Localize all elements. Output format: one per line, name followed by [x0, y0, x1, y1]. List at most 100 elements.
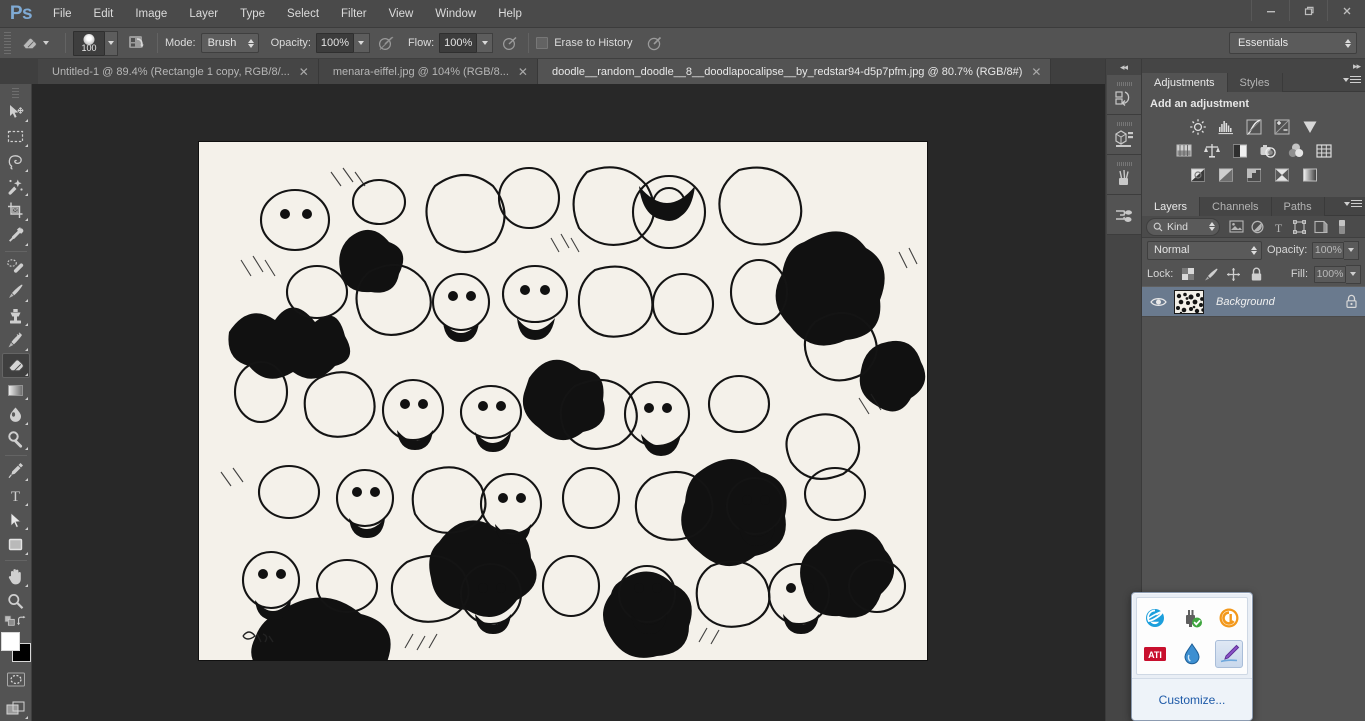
- tools-panel-gripper[interactable]: [8, 86, 23, 98]
- menu-select[interactable]: Select: [276, 0, 330, 28]
- layer-filter-kind-select[interactable]: Kind: [1146, 217, 1220, 236]
- opacity-control[interactable]: 100%: [315, 33, 370, 53]
- layer-opacity-value[interactable]: 100%: [1312, 241, 1345, 259]
- lock-all-icon[interactable]: [1248, 266, 1265, 283]
- filter-toggle-icon[interactable]: [1331, 217, 1352, 237]
- clone-source-panel-icon[interactable]: [1107, 195, 1141, 235]
- history-brush-tool[interactable]: [2, 328, 30, 353]
- gradient-tool[interactable]: [2, 378, 30, 403]
- tab-adjustments[interactable]: Adjustments: [1142, 73, 1228, 92]
- tab-styles[interactable]: Styles: [1227, 73, 1283, 92]
- brush-preset-picker[interactable]: 100: [73, 30, 118, 56]
- eraser-tool[interactable]: [1, 353, 30, 378]
- brightness-contrast-icon[interactable]: [1188, 117, 1207, 136]
- tab-close-icon[interactable]: ✕: [299, 66, 309, 78]
- quick-selection-tool[interactable]: [2, 174, 30, 199]
- mini-bridge-panel-icon[interactable]: [1107, 115, 1141, 155]
- pen-tablet-icon[interactable]: [1214, 640, 1243, 669]
- flow-caret-icon[interactable]: [477, 33, 494, 53]
- layer-fill-value[interactable]: 100%: [1314, 265, 1346, 283]
- document-tab-menara-eiffel[interactable]: menara-eiffel.jpg @ 104% (RGB/8... ✕: [318, 59, 538, 84]
- document-tab-untitled-1[interactable]: Untitled-1 @ 89.4% (Rectangle 1 copy, RG…: [38, 59, 319, 84]
- table-row[interactable]: Background: [1142, 286, 1365, 317]
- filter-shape-layers-icon[interactable]: [1289, 217, 1310, 237]
- pen-tool[interactable]: [2, 459, 30, 484]
- move-tool[interactable]: [2, 100, 30, 125]
- screen-mode-button[interactable]: [2, 696, 30, 721]
- history-panel-icon[interactable]: [1107, 75, 1141, 115]
- default-colors-icon[interactable]: [4, 614, 16, 628]
- dodge-tool[interactable]: [2, 427, 30, 452]
- document-canvas[interactable]: [199, 142, 927, 660]
- amd-catalyst-icon[interactable]: [1215, 604, 1243, 632]
- eyedropper-tool[interactable]: [2, 223, 30, 248]
- exposure-icon[interactable]: [1272, 117, 1291, 136]
- menu-file[interactable]: File: [42, 0, 83, 28]
- tab-layers[interactable]: Layers: [1142, 197, 1201, 216]
- layer-name[interactable]: Background: [1210, 296, 1336, 308]
- menu-image[interactable]: Image: [124, 0, 178, 28]
- path-selection-tool[interactable]: [2, 508, 30, 533]
- menu-type[interactable]: Type: [229, 0, 276, 28]
- ati-icon[interactable]: ATI: [1141, 640, 1169, 668]
- document-tab-doodle[interactable]: doodle__random_doodle__8__doodlapocalips…: [537, 59, 1052, 84]
- mode-select[interactable]: Brush: [200, 33, 259, 53]
- levels-icon[interactable]: [1216, 117, 1235, 136]
- invert-icon[interactable]: [1188, 165, 1207, 184]
- safely-remove-hardware-icon[interactable]: [1178, 604, 1206, 632]
- filter-pixel-layers-icon[interactable]: [1226, 217, 1247, 237]
- filter-type-layers-icon[interactable]: T: [1268, 217, 1289, 237]
- swap-colors-icon[interactable]: [16, 614, 28, 628]
- restore-button[interactable]: [1289, 0, 1327, 21]
- lock-image-pixels-icon[interactable]: [1202, 266, 1219, 283]
- layer-opacity-control[interactable]: 100%: [1312, 240, 1360, 260]
- tab-paths[interactable]: Paths: [1271, 197, 1325, 216]
- tablet-pressure-button[interactable]: [643, 32, 665, 54]
- airbrush-button[interactable]: [499, 32, 521, 54]
- opacity-pressure-button[interactable]: [376, 32, 398, 54]
- spot-healing-brush-tool[interactable]: [2, 255, 30, 280]
- menu-window[interactable]: Window: [424, 0, 487, 28]
- threshold-icon[interactable]: [1244, 165, 1263, 184]
- internet-explorer-icon[interactable]: [1141, 604, 1169, 632]
- customize-link[interactable]: Customize...: [1132, 678, 1252, 720]
- tab-close-icon[interactable]: ✕: [518, 66, 528, 78]
- layer-thumbnail[interactable]: [1174, 289, 1204, 314]
- options-bar-gripper[interactable]: [2, 32, 12, 54]
- tool-preset-picker[interactable]: [16, 31, 58, 56]
- canvas-area[interactable]: [32, 84, 1105, 721]
- layers-panel-menu-button[interactable]: [1344, 200, 1362, 207]
- vibrance-icon[interactable]: [1300, 117, 1319, 136]
- brush-panel-icon[interactable]: [1107, 155, 1141, 195]
- lock-position-icon[interactable]: [1225, 266, 1242, 283]
- color-lookup-icon[interactable]: [1314, 141, 1333, 160]
- hue-saturation-icon[interactable]: [1174, 141, 1193, 160]
- collapse-panels-icon[interactable]: ▸▸: [1353, 61, 1361, 72]
- menu-edit[interactable]: Edit: [83, 0, 125, 28]
- close-button[interactable]: [1327, 0, 1365, 21]
- menu-help[interactable]: Help: [487, 0, 533, 28]
- color-balance-icon[interactable]: [1202, 141, 1221, 160]
- menu-filter[interactable]: Filter: [330, 0, 378, 28]
- opacity-value[interactable]: 100%: [315, 33, 354, 53]
- layer-opacity-caret-icon[interactable]: [1344, 240, 1360, 260]
- rectangular-marquee-tool[interactable]: [2, 124, 30, 149]
- channel-mixer-icon[interactable]: [1286, 141, 1305, 160]
- quick-mask-button[interactable]: [2, 668, 30, 693]
- tab-close-icon[interactable]: ✕: [1031, 66, 1041, 78]
- clone-stamp-tool[interactable]: [2, 304, 30, 329]
- tab-channels[interactable]: Channels: [1200, 197, 1272, 216]
- photo-filter-icon[interactable]: [1258, 141, 1277, 160]
- horizontal-type-tool[interactable]: T: [2, 483, 30, 508]
- selective-color-icon[interactable]: [1272, 165, 1291, 184]
- filter-adjustment-layers-icon[interactable]: [1247, 217, 1268, 237]
- hand-tool[interactable]: [2, 564, 30, 589]
- lasso-tool[interactable]: [2, 149, 30, 174]
- layer-fill-control[interactable]: 100%: [1314, 264, 1361, 284]
- minimize-button[interactable]: [1251, 0, 1289, 21]
- water-drop-icon[interactable]: [1178, 640, 1206, 668]
- menu-view[interactable]: View: [378, 0, 425, 28]
- zoom-tool[interactable]: [2, 589, 30, 614]
- black-and-white-icon[interactable]: [1230, 141, 1249, 160]
- gradient-map-icon[interactable]: [1300, 165, 1319, 184]
